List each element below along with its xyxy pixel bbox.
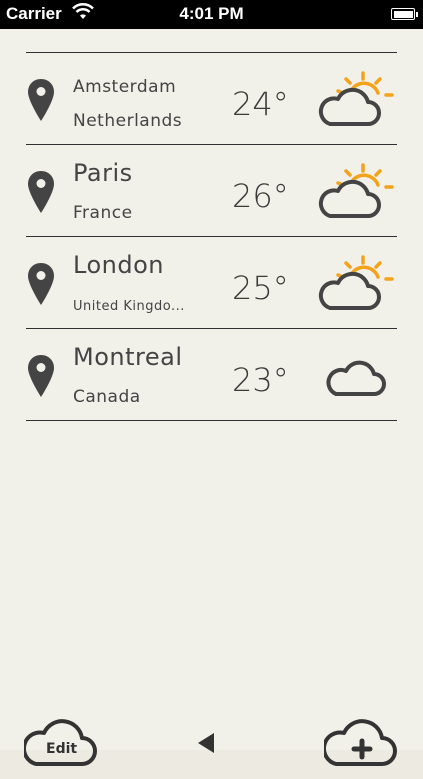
locations-list: Amsterdam Netherlands 24° Paris France 2… xyxy=(26,52,397,421)
temperature: 26° xyxy=(232,177,289,215)
country-name: Netherlands xyxy=(73,111,183,131)
status-time: 4:01 PM xyxy=(179,4,244,23)
locations-panel: Amsterdam Netherlands 24° Paris France 2… xyxy=(0,29,423,766)
country-name: Canada xyxy=(73,387,141,407)
country-name: France xyxy=(73,203,133,223)
location-row-paris[interactable]: Paris France 26° xyxy=(26,145,397,237)
location-pin-icon xyxy=(26,353,56,403)
country-name: United Kingdo... xyxy=(73,299,185,314)
partly-sunny-icon xyxy=(316,161,396,225)
status-bar: Carrier 4:01 PM xyxy=(0,0,423,29)
location-row-london[interactable]: London United Kingdo... 25° xyxy=(26,237,397,329)
temperature: 25° xyxy=(232,269,289,307)
bottom-toolbar: Edit xyxy=(0,713,423,779)
location-row-montreal[interactable]: Montreal Canada 23° xyxy=(26,329,397,421)
city-name: London xyxy=(73,251,164,279)
location-pin-icon xyxy=(26,261,56,311)
add-location-button[interactable] xyxy=(322,713,400,773)
temperature: 24° xyxy=(232,85,289,123)
cloud-icon xyxy=(316,345,396,409)
city-name: Amsterdam xyxy=(73,77,177,97)
battery-icon xyxy=(391,8,418,20)
location-pin-icon xyxy=(26,77,56,127)
city-name: Paris xyxy=(73,159,133,187)
city-name: Montreal xyxy=(73,343,183,371)
partly-sunny-icon xyxy=(316,253,396,317)
back-arrow-icon[interactable] xyxy=(196,731,216,759)
partly-sunny-icon xyxy=(316,69,396,133)
edit-label[interactable]: Edit xyxy=(46,741,77,757)
temperature: 23° xyxy=(232,361,289,399)
location-pin-icon xyxy=(26,169,56,219)
location-row-amsterdam[interactable]: Amsterdam Netherlands 24° xyxy=(26,53,397,145)
